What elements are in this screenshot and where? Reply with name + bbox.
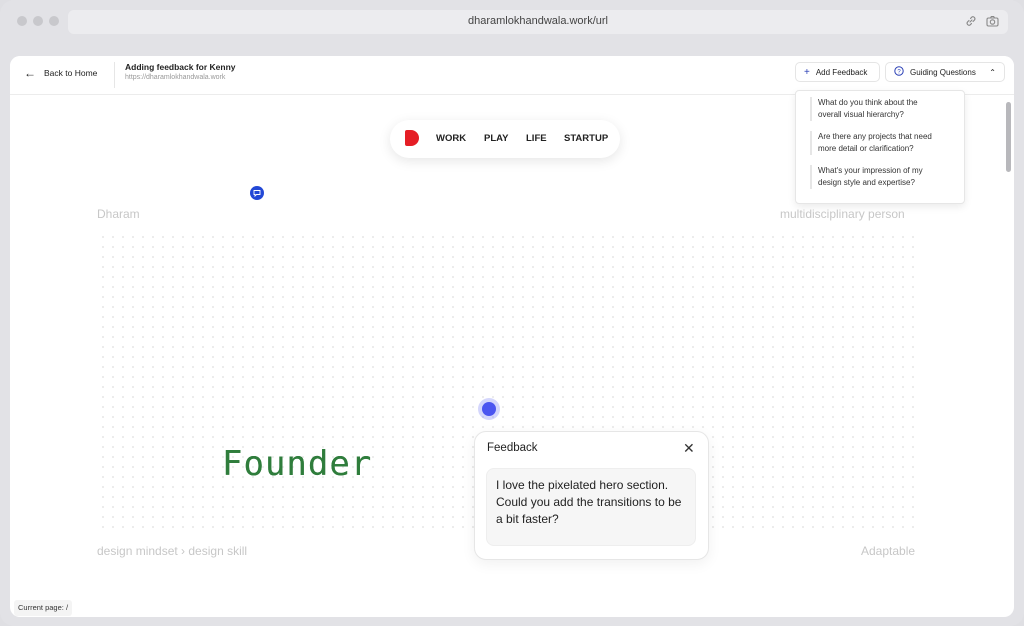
question-line: more detail or clarification? bbox=[818, 144, 914, 153]
current-page-indicator: Current page: / bbox=[14, 600, 73, 616]
address-url: dharamlokhandwala.work/url bbox=[467, 15, 608, 27]
feedback-marker[interactable] bbox=[478, 398, 500, 420]
guiding-question-item[interactable]: What do you think about the overall visu… bbox=[810, 97, 953, 121]
page-viewport: ← Back to Home Adding feedback for Kenny… bbox=[10, 56, 1014, 617]
nav-item-work[interactable]: WORK bbox=[436, 133, 466, 144]
scrollbar[interactable] bbox=[1004, 94, 1014, 617]
hero-word-bottom-left: design mindset › design skill bbox=[97, 544, 248, 558]
hero-pixel-word: Founder bbox=[222, 444, 373, 484]
browser-chrome: dharamlokhandwala.work/url bbox=[0, 0, 1024, 46]
feedback-title: Feedback bbox=[487, 442, 538, 454]
chevron-up-icon: ⌃ bbox=[989, 67, 996, 77]
nav-item-play[interactable]: PLAY bbox=[484, 133, 508, 144]
question-circle-icon: ? bbox=[894, 65, 904, 79]
window-close-dot[interactable] bbox=[17, 16, 27, 26]
add-feedback-label: Add Feedback bbox=[815, 67, 868, 77]
guiding-questions-button[interactable]: ? Guiding Questions ⌃ bbox=[885, 62, 1005, 82]
feedback-card: Feedback ✕ I love the pixelated hero sec… bbox=[474, 431, 709, 560]
page-url: https://dharamlokhandwala.work bbox=[125, 74, 226, 81]
arrow-left-icon: ← bbox=[24, 66, 36, 80]
toolbar-divider bbox=[114, 62, 115, 88]
hero-word-top-right: multidisciplinary person bbox=[780, 207, 905, 221]
page-title-block: Adding feedback for Kenny https://dharam… bbox=[125, 62, 236, 81]
feedback-text-field[interactable]: I love the pixelated hero section. Could… bbox=[486, 468, 696, 546]
hero-word-top-left: Dharam bbox=[97, 207, 140, 221]
nav-item-startup[interactable]: STARTUP bbox=[564, 133, 608, 144]
question-line: Are there any projects that need bbox=[818, 132, 932, 141]
nav-item-life[interactable]: LIFE bbox=[526, 133, 547, 144]
add-feedback-button[interactable]: + Add Feedback bbox=[795, 62, 880, 82]
back-to-home-button[interactable]: ← Back to Home bbox=[24, 66, 97, 80]
site-nav: WORK PLAY LIFE STARTUP bbox=[390, 120, 620, 158]
scrollbar-thumb[interactable] bbox=[1006, 102, 1011, 172]
link-icon[interactable] bbox=[965, 15, 977, 30]
page-title: Adding feedback for Kenny bbox=[125, 62, 236, 72]
question-line: overall visual hierarchy? bbox=[818, 110, 904, 119]
close-icon[interactable]: ✕ bbox=[683, 440, 695, 457]
window-maximize-dot[interactable] bbox=[49, 16, 59, 26]
guiding-questions-label: Guiding Questions bbox=[910, 67, 976, 77]
feedback-marker-core bbox=[482, 402, 496, 416]
site-logo[interactable] bbox=[405, 130, 419, 146]
camera-icon[interactable] bbox=[986, 15, 999, 30]
question-line: What's your impression of my bbox=[818, 166, 923, 175]
guiding-question-item[interactable]: What's your impression of my design styl… bbox=[810, 165, 953, 189]
address-bar[interactable]: dharamlokhandwala.work/url bbox=[68, 10, 1008, 34]
comment-pin-icon[interactable] bbox=[250, 186, 264, 200]
window-minimize-dot[interactable] bbox=[33, 16, 43, 26]
plus-icon: + bbox=[804, 66, 810, 78]
guiding-question-item[interactable]: Are there any projects that need more de… bbox=[810, 131, 953, 155]
browser-window: dharamlokhandwala.work/url ← Back to Hom… bbox=[0, 0, 1024, 626]
hero-word-bottom-right: Adaptable bbox=[861, 544, 916, 558]
guiding-questions-dropdown: What do you think about the overall visu… bbox=[795, 90, 965, 204]
question-line: design style and expertise? bbox=[818, 178, 915, 187]
question-line: What do you think about the bbox=[818, 98, 918, 107]
back-label: Back to Home bbox=[44, 68, 98, 78]
